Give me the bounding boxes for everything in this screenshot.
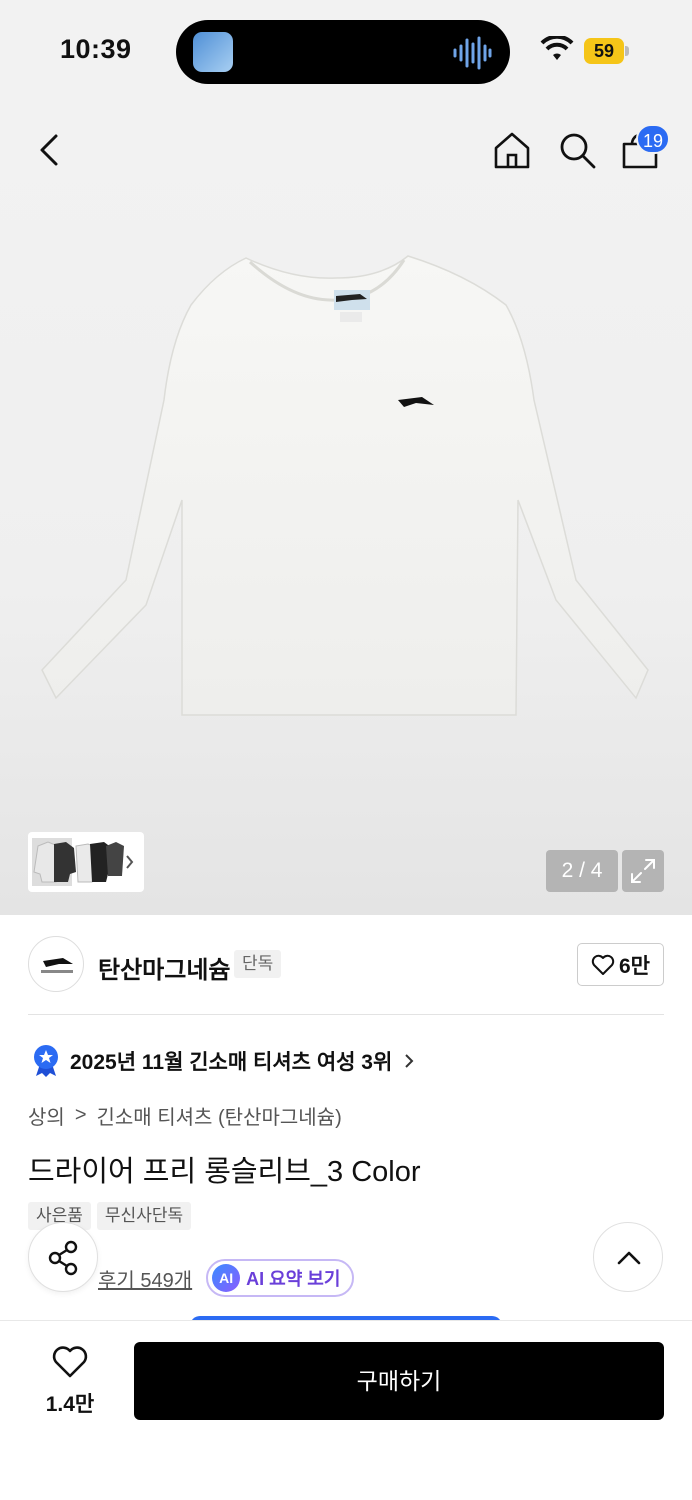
chevron-right-icon [405,1054,414,1068]
wishlist-count: 1.4만 [45,1393,95,1416]
dynamic-island[interactable] [176,20,510,84]
image-pager: 2 / 4 [546,850,618,892]
expand-icon [631,859,655,883]
home-icon[interactable] [490,128,534,172]
ranking-text: 2025년 11월 긴소매 티셔츠 여성 3위 [70,1051,393,1074]
breadcrumb-separator: > [74,1104,87,1126]
product-image[interactable] [36,250,656,725]
bottom-bar: 1.4만 구매하기 [0,1320,692,1500]
breadcrumb-level2[interactable]: 긴소매 티셔츠 (탄산마그네슘) [97,1101,342,1130]
battery-tip [625,46,629,56]
breadcrumb: 상의 > 긴소매 티셔츠 (탄산마그네슘) [28,1101,342,1130]
brand-like-button[interactable]: 6만 [577,943,664,986]
share-button[interactable] [28,1222,98,1292]
brand-logo-icon [41,958,73,973]
scroll-top-button[interactable] [593,1222,663,1292]
app-icon [193,32,233,72]
back-icon[interactable] [30,130,70,170]
ranking-link[interactable]: 2025년 11월 긴소매 티셔츠 여성 3위 [32,1044,416,1078]
cart-count-badge: 19 [636,124,670,154]
ai-summary-button[interactable]: AI AI 요약 보기 [206,1259,355,1297]
share-icon [48,1240,78,1276]
product-title: 드라이어 프리 롱슬리브_3 Color [28,1156,421,1188]
ai-icon: AI [212,1264,241,1292]
ranking-badge-icon [34,1045,58,1077]
brand-name[interactable]: 탄산마그네슘 [98,950,230,985]
review-link[interactable]: 후기 549개 [98,1264,192,1293]
audio-wave-icon [453,36,492,70]
status-bar: 10:39 59 [0,0,692,100]
buy-button[interactable]: 구매하기 [134,1342,664,1420]
search-icon[interactable] [555,128,599,172]
wifi-icon [540,36,574,60]
divider [28,1014,664,1015]
thumbnail-strip[interactable] [28,832,144,892]
tag-exclusive: 무신사단독 [96,1202,192,1230]
brand-like-count: 6만 [619,954,650,978]
breadcrumb-level1[interactable]: 상의 [28,1101,65,1130]
product-gallery[interactable]: 19 2 / 4 [0,100,692,915]
exclusive-badge: 단독 [234,950,282,978]
thumbnail-images [32,838,134,886]
status-time: 10:39 [60,34,132,64]
heart-icon [591,954,615,975]
battery-level: 59 [584,38,624,64]
heart-icon [52,1346,88,1378]
brand-logo[interactable] [28,936,84,992]
ai-summary-label: AI 요약 보기 [246,1269,341,1289]
wishlist-button[interactable]: 1.4만 [28,1345,112,1425]
chevron-up-icon [617,1251,641,1265]
fullscreen-button[interactable] [622,850,664,892]
